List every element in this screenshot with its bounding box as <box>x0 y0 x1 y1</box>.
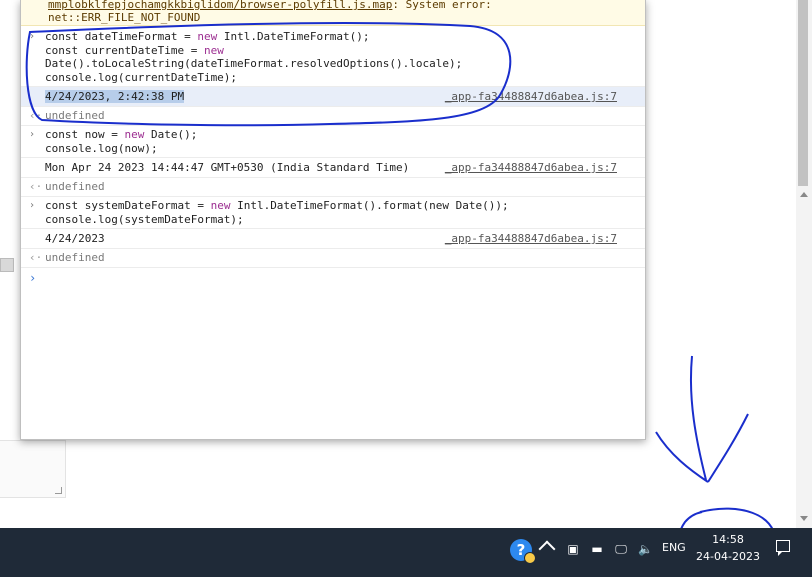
code-keyword: new <box>210 199 231 212</box>
source-link[interactable]: _app-fa34488847d6abea.js:7 <box>445 90 617 103</box>
error-code: net::ERR_FILE_NOT_FOUND <box>48 11 201 24</box>
code-text: Date(); <box>144 128 198 141</box>
source-link[interactable]: _app-fa34488847d6abea.js:7 <box>445 161 617 174</box>
console-command: › const now = new Date(); console.log(now)… <box>21 126 645 158</box>
code-line: const currentDateTime = new <box>45 44 635 58</box>
help-icon[interactable]: ? <box>510 539 536 564</box>
console-output: Mon Apr 24 2023 14:44:47 GMT+0530 (India… <box>21 158 645 178</box>
code-line: const now = new Date(); <box>45 128 635 142</box>
code-text: console.log(systemDateFormat); <box>45 212 244 226</box>
console-error-message: mmplobklfepjochamgkkbiglidom/browser-pol… <box>21 0 645 26</box>
console-return-value: ‹· undefined <box>21 178 645 197</box>
code-line: console.log(systemDateFormat); <box>45 213 635 227</box>
scrollbar-thumb[interactable] <box>798 0 808 186</box>
code-keyword: new <box>197 30 218 43</box>
help-badge <box>524 552 536 564</box>
output-value: 4/24/2023 <box>45 232 105 245</box>
devtools-console: mmplobklfepjochamgkkbiglidom/browser-pol… <box>20 0 646 440</box>
meet-now-icon[interactable]: ▣ <box>566 542 580 556</box>
clock-date: 24-04-2023 <box>696 550 760 563</box>
command-prompt-icon: › <box>29 129 36 140</box>
page-scrollbar[interactable] <box>796 0 812 528</box>
scroll-down-arrow-icon[interactable] <box>800 516 808 521</box>
source-link[interactable]: _app-fa34488847d6abea.js:7 <box>445 232 617 245</box>
console-input[interactable]: › <box>21 268 645 288</box>
console-command: › const systemDateFormat = new Intl.DateT… <box>21 197 645 229</box>
code-text: const dateTimeFormat = <box>45 30 198 43</box>
return-text: undefined <box>45 109 105 122</box>
error-text: : System error: <box>392 0 492 11</box>
windows-taskbar: ? ▣ ▬ 🖵 🔈 ENG 14:58 24-04-2023 <box>0 528 812 577</box>
code-keyword: new <box>124 128 145 141</box>
code-text: Date().toLocaleString(dateTimeFormat.res… <box>45 57 463 70</box>
console-return-value: ‹· undefined <box>21 107 645 126</box>
code-text: const now = <box>45 128 125 141</box>
error-source-link[interactable]: mmplobklfepjochamgkkbiglidom/browser-pol… <box>48 0 392 11</box>
code-text: console.log(currentDateTime); <box>45 70 238 84</box>
code-line: console.log(now); <box>45 142 635 156</box>
return-arrow-icon: ‹· <box>29 109 43 122</box>
code-line: console.log(currentDateTime); <box>45 71 635 85</box>
code-line: const systemDateFormat = new Intl.DateTi… <box>45 199 635 213</box>
console-prompt-icon: › <box>29 271 37 285</box>
return-text: undefined <box>45 251 105 264</box>
console-output: 4/24/2023 _app-fa34488847d6abea.js:7 <box>21 229 645 249</box>
code-line: const dateTimeFormat = new Intl.DateTime… <box>45 30 635 44</box>
volume-icon[interactable]: 🔈 <box>638 542 653 556</box>
return-text: undefined <box>45 180 105 193</box>
network-icon[interactable]: 🖵 <box>614 542 628 556</box>
command-prompt-icon: › <box>29 200 36 211</box>
code-text: const currentDateTime = <box>45 43 204 57</box>
console-command: › const dateTimeFormat = new Intl.DateTim… <box>21 28 645 87</box>
language-indicator[interactable]: ENG <box>662 528 686 577</box>
return-arrow-icon: ‹· <box>29 251 43 264</box>
code-text: const systemDateFormat = <box>45 199 211 212</box>
code-text: Intl.DateTimeFormat(); <box>217 30 370 43</box>
resize-grip-icon[interactable] <box>55 487 62 494</box>
scroll-up-arrow-icon[interactable] <box>800 192 808 197</box>
clock[interactable]: 14:58 24-04-2023 <box>692 531 764 565</box>
clock-time: 14:58 <box>712 533 744 546</box>
page-toggle-control[interactable] <box>0 258 14 272</box>
page-textarea[interactable] <box>0 440 66 498</box>
console-output: 4/24/2023, 2:42:38 PM _app-fa34488847d6ab… <box>21 87 645 107</box>
command-prompt-icon: › <box>29 31 36 42</box>
code-text: console.log(now); <box>45 141 158 155</box>
output-value: 4/24/2023, 2:42:38 PM <box>45 90 185 103</box>
notification-icon[interactable] <box>776 540 790 556</box>
return-arrow-icon: ‹· <box>29 180 43 193</box>
chevron-up-icon[interactable] <box>538 540 556 558</box>
output-value: Mon Apr 24 2023 14:44:47 GMT+0530 (India… <box>45 161 410 174</box>
code-line: Date().toLocaleString(dateTimeFormat.res… <box>45 57 635 71</box>
annotation-arrow <box>655 355 749 483</box>
battery-icon[interactable]: ▬ <box>590 542 604 556</box>
code-keyword: new <box>203 43 224 57</box>
console-return-value: ‹· undefined <box>21 249 645 268</box>
code-text: Intl.DateTimeFormat().format(new Date())… <box>230 199 509 212</box>
